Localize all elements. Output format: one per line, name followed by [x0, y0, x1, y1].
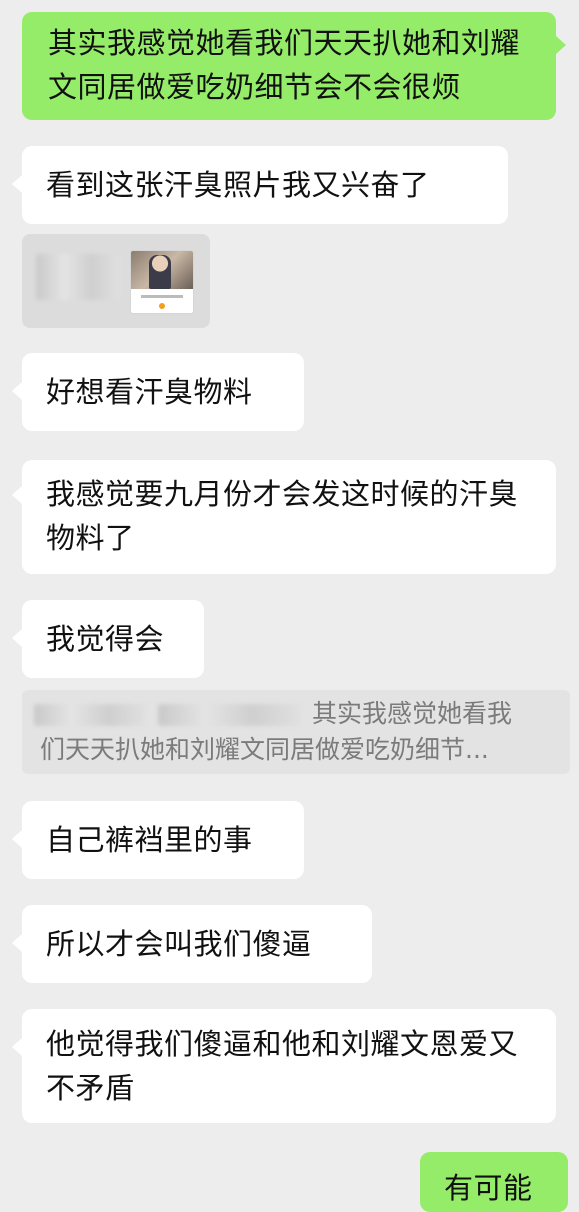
message-bubble-incoming[interactable]: 他觉得我们傻逼和他和刘耀文恩爱又不矛盾: [22, 1009, 556, 1123]
caption-line: [141, 295, 183, 298]
message-bubble-incoming[interactable]: 看到这张汗臭照片我又兴奋了: [22, 146, 508, 224]
message-bubble-incoming[interactable]: 自己裤裆里的事: [22, 801, 304, 879]
message-bubble-incoming[interactable]: 所以才会叫我们傻逼: [22, 905, 372, 983]
redacted-sender-2: [158, 704, 300, 726]
message-text: 其实我感觉她看我们天天扒她和刘耀文同居做爱吃奶细节会不会很烦: [48, 26, 521, 104]
bubble-tail: [12, 934, 22, 952]
bubble-tail: [12, 629, 22, 647]
bubble-tail: [12, 830, 22, 848]
message-bubble-incoming[interactable]: 我觉得会: [22, 600, 204, 678]
redacted-name: [36, 254, 120, 300]
bubble-tail: [556, 36, 566, 54]
message-bubble-outgoing[interactable]: 有可能: [420, 1152, 568, 1212]
bubble-tail: [12, 382, 22, 400]
shared-image-thumbnail[interactable]: [130, 250, 194, 314]
shared-card[interactable]: [22, 234, 210, 328]
message-text: 自己裤裆里的事: [46, 823, 253, 857]
message-text: 所以才会叫我们傻逼: [46, 927, 312, 961]
bubble-tail: [12, 175, 22, 193]
quoted-message[interactable]: 其实我感觉她看我 们天天扒她和刘耀文同居做爱吃奶细节...: [22, 690, 570, 774]
bubble-tail: [12, 1038, 22, 1056]
photo-subject: [149, 255, 171, 289]
bubble-tail: [12, 486, 22, 504]
message-bubble-outgoing[interactable]: 其实我感觉她看我们天天扒她和刘耀文同居做爱吃奶细节会不会很烦: [22, 12, 556, 120]
message-bubble-incoming[interactable]: 我感觉要九月份才会发这时候的汗臭物料了: [22, 460, 556, 574]
status-dot: [159, 303, 165, 309]
message-text: 看到这张汗臭照片我又兴奋了: [46, 168, 430, 202]
message-text: 好想看汗臭物料: [46, 375, 253, 409]
message-text: 我感觉要九月份才会发这时候的汗臭物料了: [46, 477, 519, 555]
quote-text-line2: 们天天扒她和刘耀文同居做爱吃奶细节...: [40, 735, 489, 764]
message-text: 他觉得我们傻逼和他和刘耀文恩爱又不矛盾: [46, 1027, 519, 1105]
message-text: 我觉得会: [46, 622, 165, 656]
message-bubble-incoming[interactable]: 好想看汗臭物料: [22, 353, 304, 431]
chat-window: 其实我感觉她看我们天天扒她和刘耀文同居做爱吃奶细节会不会很烦 看到这张汗臭照片我…: [0, 0, 579, 1212]
redacted-sender-1: [34, 704, 146, 726]
